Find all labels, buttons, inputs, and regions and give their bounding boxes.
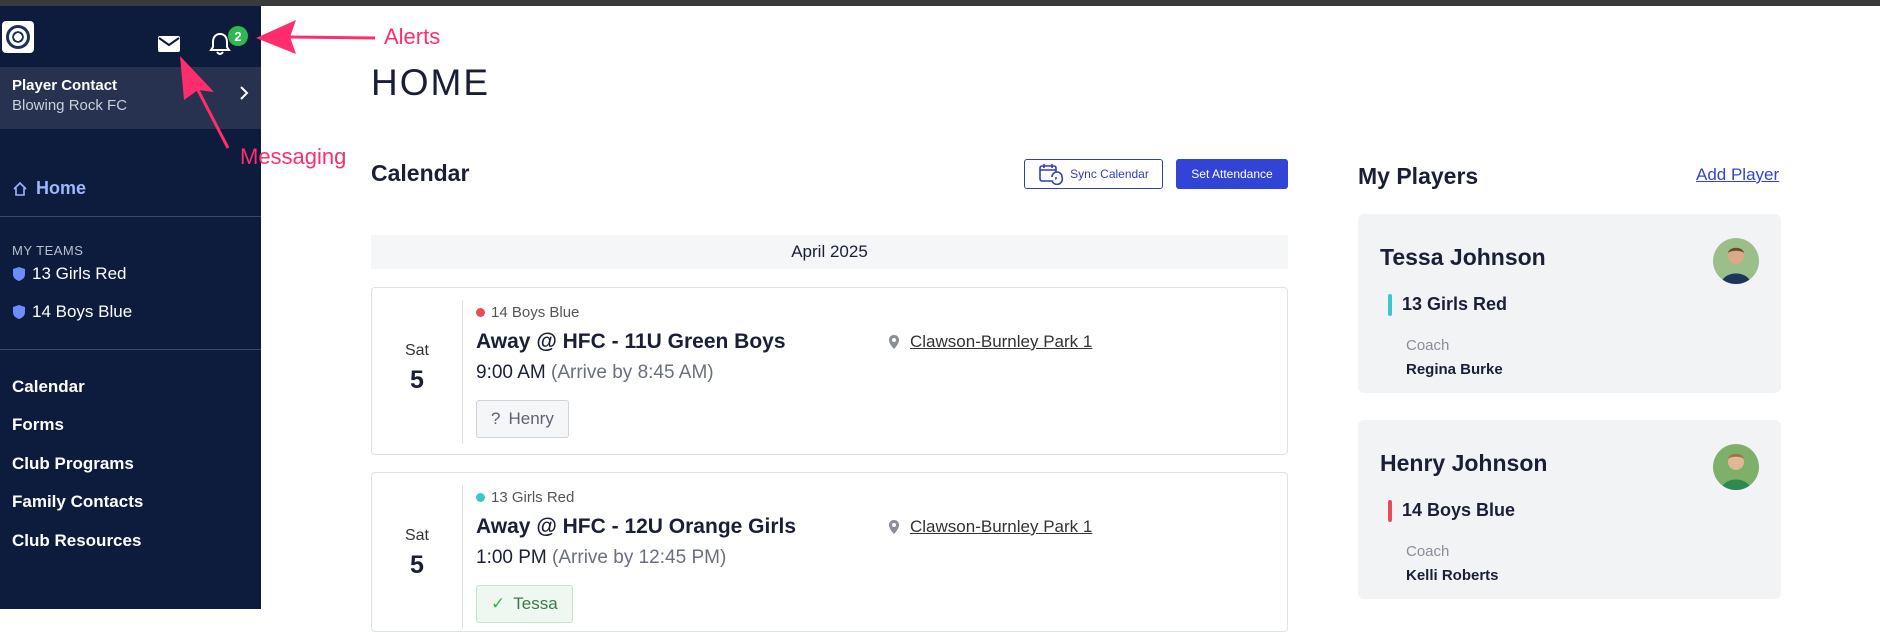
my-teams-header: MY TEAMS xyxy=(12,243,84,258)
event-date: Sat 5 xyxy=(372,527,462,580)
avatar xyxy=(1713,238,1759,284)
attendance-player-button[interactable]: ? Henry xyxy=(476,400,569,438)
map-pin-icon xyxy=(889,335,899,349)
event-start-time: 1:00 PM xyxy=(476,547,547,568)
coach-label: Coach xyxy=(1406,543,1450,560)
coach-label: Coach xyxy=(1406,337,1450,354)
event-location: Clawson-Burnley Park 1 xyxy=(888,517,1092,537)
map-pin-icon xyxy=(889,520,899,534)
event-time: 1:00 PM (Arrive by 12:45 PM) xyxy=(476,547,726,569)
event-day: Sat xyxy=(404,342,429,359)
avatar xyxy=(1713,444,1759,490)
shield-icon xyxy=(13,267,25,281)
my-players-title: My Players xyxy=(1358,163,1479,189)
event-team: 13 Girls Red xyxy=(476,489,574,506)
player-name: Tessa Johnson xyxy=(1380,244,1546,270)
player-team: 14 Boys Blue xyxy=(1402,500,1516,520)
sidebar-team-14-boys-blue[interactable]: 14 Boys Blue xyxy=(12,302,132,322)
event-location: Clawson-Burnley Park 1 xyxy=(888,332,1092,352)
set-attendance-button[interactable]: Set Attendance xyxy=(1176,159,1288,189)
nav-home-label: Home xyxy=(36,178,87,198)
page-title: HOME xyxy=(371,62,490,103)
event-time: 9:00 AM (Arrive by 8:45 AM) xyxy=(476,362,714,384)
nav-club-programs[interactable]: Club Programs xyxy=(12,454,134,474)
event-location-link[interactable]: Clawson-Burnley Park 1 xyxy=(910,332,1092,352)
team-color-dot xyxy=(476,308,485,317)
divider xyxy=(0,349,261,350)
home-icon xyxy=(13,181,27,196)
question-icon: ? xyxy=(491,409,501,428)
event-title[interactable]: Away @ HFC - 12U Orange Girls xyxy=(476,515,796,539)
event-start-time: 9:00 AM xyxy=(476,362,546,383)
player-card[interactable]: Tessa Johnson 13 Girls Red Coach Regina … xyxy=(1358,214,1781,393)
player-card[interactable]: Henry Johnson 14 Boys Blue Coach Kelli R… xyxy=(1358,420,1781,599)
nav-family-contacts[interactable]: Family Contacts xyxy=(12,492,143,512)
calendar-title: Calendar xyxy=(371,160,470,186)
team-name: 14 Boys Blue xyxy=(32,302,133,321)
event-date-number: 5 xyxy=(410,551,424,579)
calendar-sync-icon xyxy=(1039,164,1064,185)
attendance-player-name: Tessa xyxy=(513,594,558,613)
check-icon: ✓ xyxy=(491,594,506,613)
nav-calendar[interactable]: Calendar xyxy=(12,377,85,397)
attendance-player-name: Henry xyxy=(508,409,554,428)
event-location-link[interactable]: Clawson-Burnley Park 1 xyxy=(910,517,1092,537)
divider xyxy=(462,300,463,444)
event-day: Sat xyxy=(404,527,429,544)
event-date: Sat 5 xyxy=(372,342,462,395)
event-card[interactable]: Sat 5 13 Girls Red Away @ HFC - 12U Oran… xyxy=(371,472,1288,632)
add-player-link[interactable]: Add Player xyxy=(1696,165,1779,185)
event-arrive-time: (Arrive by 8:45 AM) xyxy=(551,362,714,383)
event-date-number: 5 xyxy=(410,366,424,394)
player-team: 13 Girls Red xyxy=(1402,294,1508,314)
annotation-messaging: Messaging xyxy=(240,144,347,169)
player-name: Henry Johnson xyxy=(1380,450,1548,476)
sidebar-team-13-girls-red[interactable]: 13 Girls Red xyxy=(12,264,126,284)
attendance-player-button[interactable]: ✓ Tessa xyxy=(476,585,573,623)
event-arrive-time: (Arrive by 12:45 PM) xyxy=(552,547,727,568)
month-header: April 2025 xyxy=(371,235,1288,269)
shield-icon xyxy=(13,305,25,319)
event-team-name: 13 Girls Red xyxy=(491,489,575,506)
nav-forms[interactable]: Forms xyxy=(12,415,64,435)
team-name: 13 Girls Red xyxy=(32,264,127,283)
coach-name: Kelli Roberts xyxy=(1406,567,1499,584)
coach-name: Regina Burke xyxy=(1406,361,1503,378)
nav-club-resources[interactable]: Club Resources xyxy=(12,531,141,551)
event-card[interactable]: Sat 5 14 Boys Blue Away @ HFC - 11U Gree… xyxy=(371,287,1288,455)
event-team-name: 14 Boys Blue xyxy=(491,304,580,321)
event-title[interactable]: Away @ HFC - 11U Green Boys xyxy=(476,330,786,354)
sync-calendar-button[interactable]: Sync Calendar xyxy=(1024,159,1163,189)
divider xyxy=(462,485,463,629)
event-team: 14 Boys Blue xyxy=(476,304,579,321)
annotation-alerts: Alerts xyxy=(384,24,441,49)
nav-home[interactable]: Home xyxy=(12,178,86,199)
team-color-dot xyxy=(476,493,485,502)
divider xyxy=(0,216,261,217)
sync-calendar-label: Sync Calendar xyxy=(1070,167,1149,181)
